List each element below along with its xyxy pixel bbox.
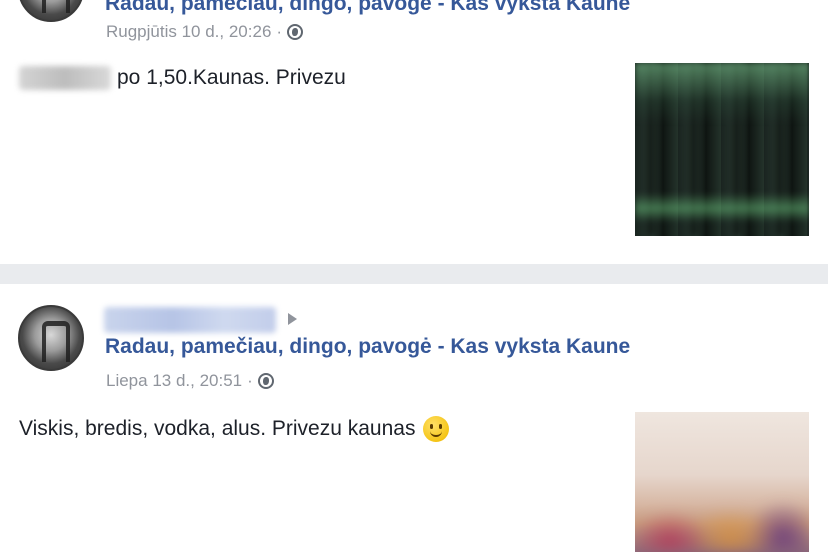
author-avatar[interactable] [18, 0, 84, 22]
blurred-image [635, 412, 809, 552]
meta-separator: · [276, 22, 283, 41]
post-meta: Liepa 13 d., 20:51 · [106, 371, 274, 391]
meta-separator: · [247, 371, 253, 390]
blurred-bottles-image [635, 63, 809, 236]
post-card: Radau, pamečiau, dingo, pavogė - Kas vyk… [0, 284, 828, 552]
globe-icon[interactable] [257, 373, 274, 389]
post-card: Radau, pamečiau, dingo, pavogė - Kas vyk… [0, 0, 828, 264]
post-timestamp[interactable]: Rugpjūtis 10 d., 20:26 [106, 22, 271, 42]
slightly-smiling-face-icon [423, 416, 450, 442]
post-photo[interactable] [635, 412, 809, 552]
post-text: po 1,50.Kaunas. Privezu [19, 66, 346, 90]
group-link[interactable]: Radau, pamečiau, dingo, pavogė - Kas vyk… [105, 335, 630, 359]
globe-icon[interactable] [287, 24, 304, 40]
post-meta: Rugpjūtis 10 d., 20:26 · [106, 22, 304, 42]
post-text-content: po 1,50.Kaunas. Privezu [117, 66, 346, 89]
post-photo[interactable] [635, 63, 809, 236]
play-arrow-icon [288, 313, 297, 325]
author-avatar[interactable] [18, 305, 84, 371]
feed-divider [0, 264, 828, 284]
post-timestamp[interactable]: Liepa 13 d., 20:51 [106, 371, 242, 391]
blurred-name [19, 66, 111, 90]
blurred-author-name[interactable] [104, 307, 276, 333]
group-link[interactable]: Radau, pamečiau, dingo, pavogė - Kas vyk… [105, 0, 630, 16]
post-text: Viskis, bredis, vodka, alus. Privezu kau… [19, 416, 450, 442]
post-text-content: Viskis, bredis, vodka, alus. Privezu kau… [19, 417, 416, 440]
